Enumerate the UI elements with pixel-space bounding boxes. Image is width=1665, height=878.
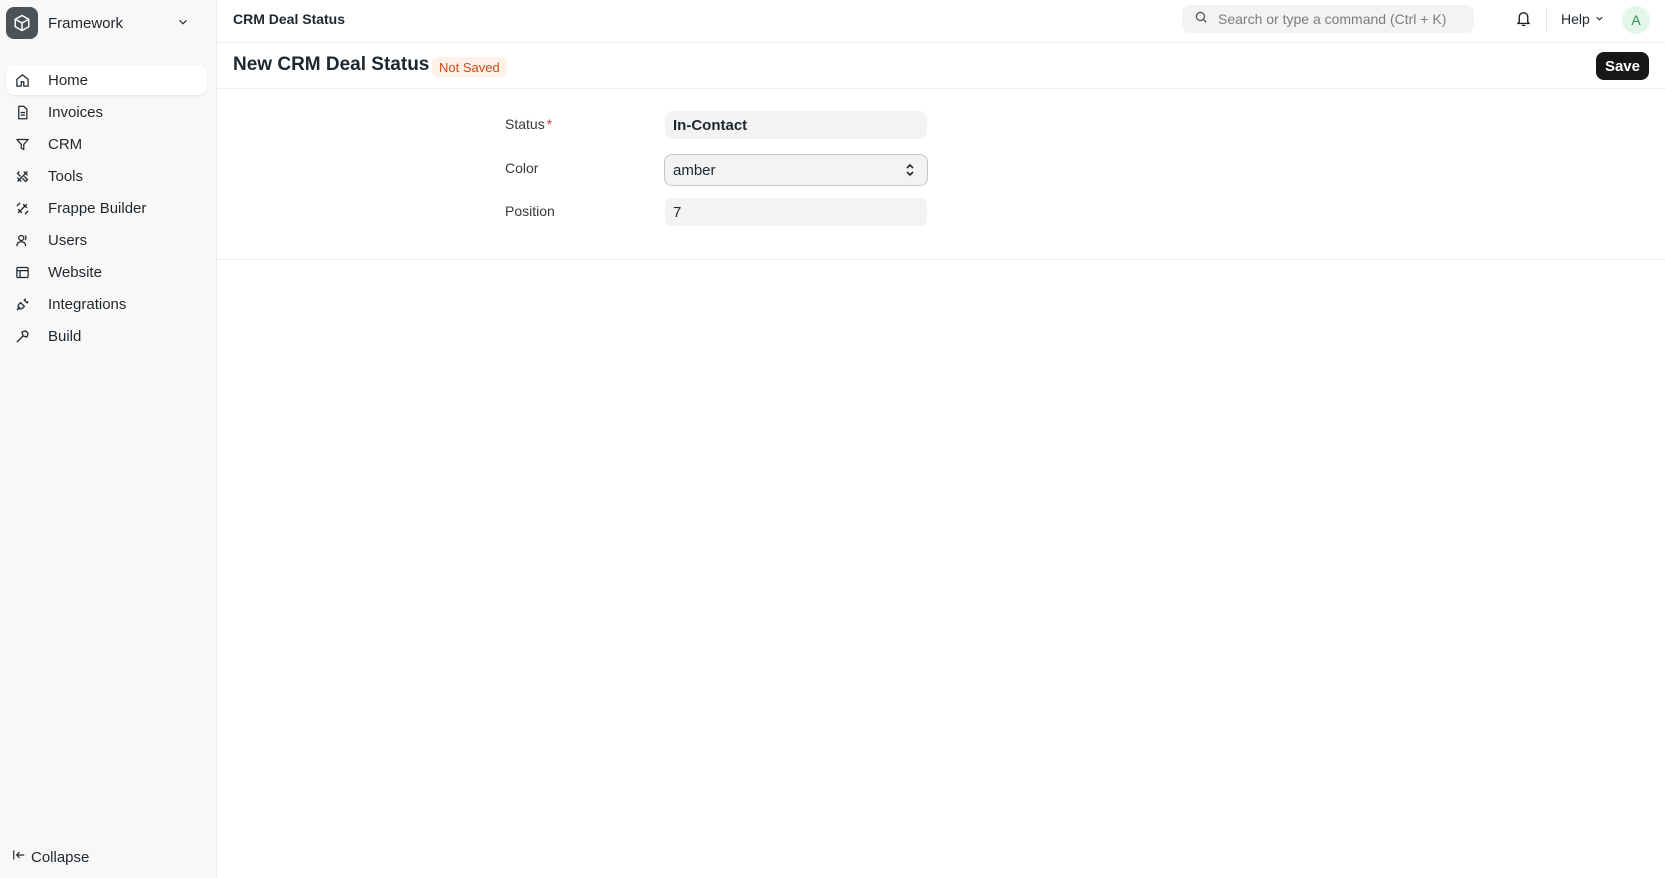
sidebar-item-home[interactable]: Home [6, 65, 207, 95]
sidebar-item-label: Users [48, 231, 88, 249]
color-select[interactable]: amber [664, 154, 928, 186]
status-field-label: Status * [505, 116, 552, 132]
sidebar-item-label: Build [48, 327, 82, 345]
page-head: New CRM Deal Status Not Saved Save [217, 43, 1665, 89]
required-indicator: * [546, 116, 553, 132]
collapse-sidebar-button[interactable]: Collapse [12, 848, 89, 866]
status-label-text: Status [505, 116, 545, 132]
app-switcher[interactable]: Framework [6, 6, 206, 40]
search-input[interactable] [1218, 11, 1468, 27]
select-arrows-icon [905, 163, 915, 181]
status-badge: Not Saved [432, 57, 507, 77]
search-bar[interactable] [1182, 5, 1474, 33]
sidebar-item-build[interactable]: Build [6, 321, 207, 351]
app-name: Framework [48, 14, 124, 32]
search-icon [1194, 10, 1208, 29]
position-input[interactable] [665, 198, 927, 226]
sidebar: Framework Home Invoices CRM Tools Frappe… [0, 0, 217, 878]
topbar: CRM Deal Status Help A [217, 0, 1665, 43]
sidebar-item-label: CRM [48, 135, 83, 153]
color-field-label: Color [505, 160, 539, 176]
avatar[interactable]: A [1622, 6, 1650, 34]
save-button[interactable]: Save [1595, 52, 1649, 80]
tools-icon [14, 168, 30, 184]
sidebar-item-frappe-builder[interactable]: Frappe Builder [6, 193, 207, 223]
topbar-divider [1546, 8, 1547, 32]
notification-bell-icon[interactable] [1515, 10, 1532, 32]
sidebar-item-label: Tools [48, 167, 84, 185]
sidebar-item-tools[interactable]: Tools [6, 161, 207, 191]
user-icon [14, 232, 30, 248]
help-label: Help [1561, 11, 1590, 27]
sidebar-item-users[interactable]: Users [6, 225, 207, 255]
status-input[interactable] [665, 111, 927, 139]
sidebar-item-label: Invoices [48, 103, 104, 121]
sidebar-item-invoices[interactable]: Invoices [6, 97, 207, 127]
file-icon [14, 104, 30, 120]
sidebar-item-label: Frappe Builder [48, 199, 147, 217]
home-icon [14, 72, 30, 88]
builder-icon [14, 200, 30, 216]
help-dropdown[interactable]: Help [1561, 11, 1605, 27]
form-area: Status* Color amber Position [217, 89, 1665, 260]
position-field-label: Position [505, 203, 555, 219]
filter-icon [14, 136, 30, 152]
sidebar-item-integrations[interactable]: Integrations [6, 289, 207, 319]
breadcrumb[interactable]: CRM Deal Status [233, 11, 345, 27]
hammer-icon [14, 328, 30, 344]
sidebar-item-label: Integrations [48, 295, 127, 313]
sidebar-item-label: Home [48, 71, 89, 89]
browser-icon [14, 264, 30, 280]
sidebar-nav: Home Invoices CRM Tools Frappe Builder U… [6, 65, 207, 353]
color-select-value: amber [673, 161, 716, 179]
plug-icon [14, 296, 30, 312]
sidebar-item-crm[interactable]: CRM [6, 129, 207, 159]
page-title: New CRM Deal Status [233, 54, 430, 75]
chevron-down-icon [176, 15, 190, 34]
sidebar-item-label: Website [48, 263, 102, 281]
chevron-down-icon [1590, 11, 1605, 27]
framework-logo-icon [6, 7, 38, 39]
collapse-label: Collapse [31, 848, 90, 866]
sidebar-item-website[interactable]: Website [6, 257, 207, 287]
collapse-icon [12, 848, 26, 866]
